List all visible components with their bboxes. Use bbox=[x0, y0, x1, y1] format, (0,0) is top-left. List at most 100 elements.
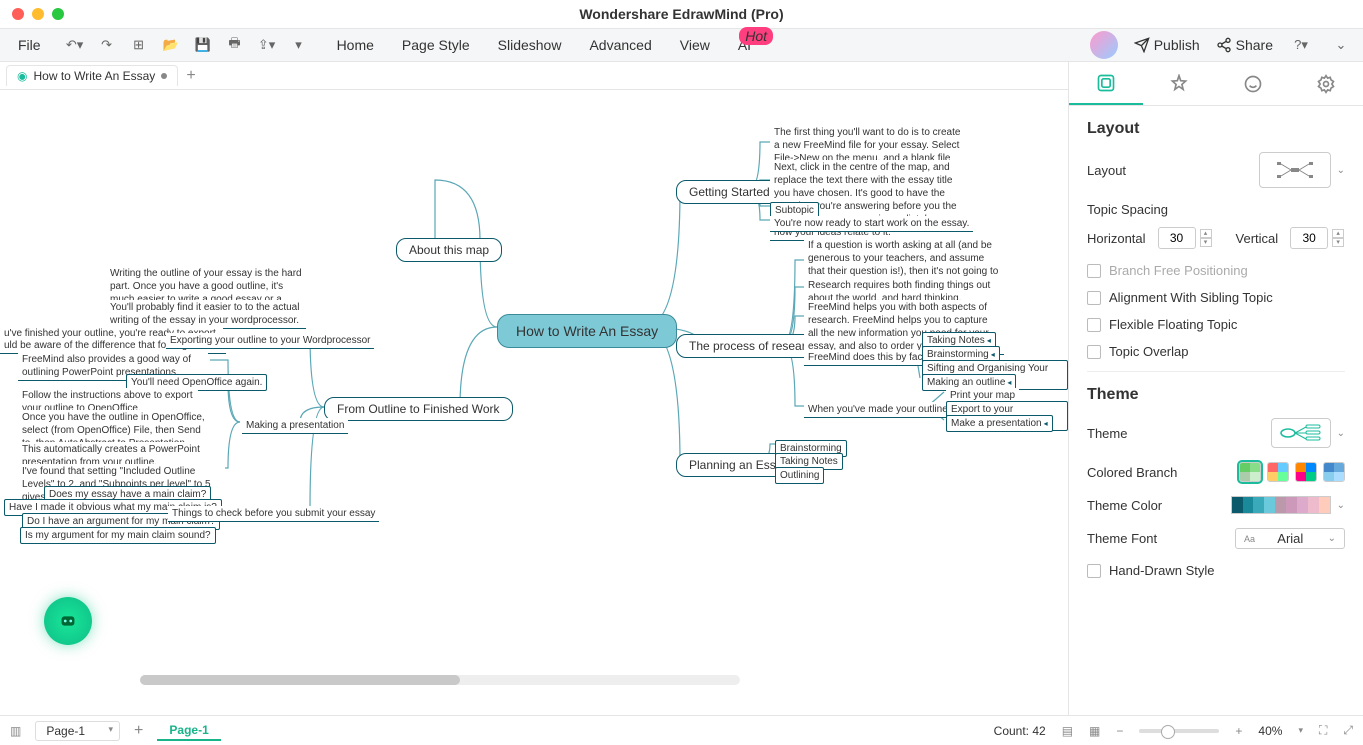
h-down[interactable]: ▾ bbox=[1200, 238, 1212, 247]
menu-view[interactable]: View bbox=[680, 37, 710, 53]
flex-float-label: Flexible Floating Topic bbox=[1109, 317, 1237, 332]
open-icon[interactable]: 📂 bbox=[159, 33, 183, 57]
leaf[interactable]: Outlining bbox=[775, 467, 824, 484]
hand-drawn-checkbox[interactable] bbox=[1087, 564, 1101, 578]
branch-free-label: Branch Free Positioning bbox=[1109, 263, 1248, 278]
help-icon[interactable]: ?▾ bbox=[1289, 33, 1313, 57]
overlap-checkbox[interactable] bbox=[1087, 345, 1101, 359]
user-avatar[interactable] bbox=[1090, 31, 1118, 59]
hot-badge: Hot bbox=[739, 27, 773, 45]
chevron-down-icon[interactable]: ⌄ bbox=[1329, 33, 1353, 57]
section-layout-title: Layout bbox=[1087, 120, 1345, 138]
add-page-button[interactable]: + bbox=[134, 722, 143, 740]
document-tab[interactable]: ◉ How to Write An Essay bbox=[6, 65, 178, 86]
leaf[interactable]: Things to check before you submit your e… bbox=[168, 506, 379, 522]
align-sibling-checkbox[interactable] bbox=[1087, 291, 1101, 305]
print-icon[interactable]: 🖶 bbox=[223, 33, 247, 57]
save-icon[interactable]: 💾 bbox=[191, 33, 215, 57]
share-button[interactable]: Share bbox=[1216, 37, 1273, 53]
hand-drawn-label: Hand-Drawn Style bbox=[1109, 563, 1215, 578]
leaf[interactable]: Is my argument for my main claim sound? bbox=[20, 527, 216, 544]
title-bar: Wondershare EdrawMind (Pro) bbox=[0, 0, 1363, 28]
leaf[interactable]: Exporting your outline to your Wordproce… bbox=[166, 333, 374, 349]
view-mode-1-icon[interactable]: ▤ bbox=[1062, 724, 1073, 738]
fullscreen-icon[interactable]: ⤢ bbox=[1343, 723, 1353, 738]
leaf[interactable]: Making a presentation bbox=[242, 418, 348, 434]
vertical-label: Vertical bbox=[1236, 231, 1279, 246]
app-title: Wondershare EdrawMind (Pro) bbox=[0, 6, 1363, 22]
chevron-down-icon[interactable]: ⌄ bbox=[1337, 165, 1345, 176]
canvas-area[interactable]: How to Write An Essay About this map Fro… bbox=[0, 90, 1068, 715]
undo-icon[interactable]: ↶▾ bbox=[63, 33, 87, 57]
menu-page-style[interactable]: Page Style bbox=[402, 37, 470, 53]
zoom-out-button[interactable]: − bbox=[1116, 724, 1123, 738]
menu-slideshow[interactable]: Slideshow bbox=[498, 37, 562, 53]
export-icon[interactable]: ⇪▾ bbox=[255, 33, 279, 57]
v-down[interactable]: ▾ bbox=[1332, 238, 1344, 247]
panel-tab-emoji[interactable] bbox=[1216, 62, 1290, 105]
colored-branch-label: Colored Branch bbox=[1087, 465, 1177, 480]
theme-color-label: Theme Color bbox=[1087, 498, 1162, 513]
topic-spacing-label: Topic Spacing bbox=[1087, 202, 1345, 217]
ai-assistant-fab[interactable] bbox=[44, 597, 92, 645]
leaf[interactable]: You'll probably find it easier to to the… bbox=[106, 300, 306, 329]
branch-free-checkbox bbox=[1087, 264, 1101, 278]
h-up[interactable]: ▴ bbox=[1200, 229, 1212, 238]
layout-label: Layout bbox=[1087, 163, 1126, 178]
page-tab[interactable]: Page-1 bbox=[157, 721, 220, 741]
zoom-label[interactable]: 40% bbox=[1258, 724, 1282, 738]
theme-color-selector[interactable] bbox=[1231, 496, 1331, 514]
layout-selector[interactable] bbox=[1259, 152, 1331, 188]
topic-about[interactable]: About this map bbox=[396, 238, 502, 262]
theme-label: Theme bbox=[1087, 426, 1127, 441]
v-up[interactable]: ▴ bbox=[1332, 229, 1344, 238]
theme-selector[interactable] bbox=[1271, 418, 1331, 448]
count-label: Count: 42 bbox=[994, 724, 1046, 738]
page-selector[interactable]: Page-1 bbox=[35, 721, 120, 741]
outline-view-icon[interactable]: ▥ bbox=[10, 724, 21, 738]
panel-tab-settings[interactable] bbox=[1290, 62, 1363, 105]
menu-advanced[interactable]: Advanced bbox=[589, 37, 651, 53]
format-panel: Layout Layout ⌄ Topic Spacing Horizontal… bbox=[1068, 62, 1363, 715]
menu-home[interactable]: Home bbox=[337, 37, 374, 53]
file-menu[interactable]: File bbox=[10, 33, 49, 57]
view-mode-2-icon[interactable]: ▦ bbox=[1089, 724, 1100, 738]
main-toolbar: File ↶▾ ↷ ⊞ 📂 💾 🖶 ⇪▾ ▾ Home Page Style S… bbox=[0, 28, 1363, 62]
chevron-down-icon[interactable]: ⌄ bbox=[1337, 500, 1345, 511]
zoom-slider[interactable] bbox=[1139, 729, 1219, 733]
align-sibling-label: Alignment With Sibling Topic bbox=[1109, 290, 1273, 305]
swatch-1[interactable] bbox=[1239, 462, 1261, 482]
publish-button[interactable]: Publish bbox=[1134, 37, 1200, 53]
status-bar: ▥ Page-1 + Page-1 Count: 42 ▤ ▦ − + 40%▾… bbox=[0, 715, 1363, 745]
topic-outline[interactable]: From Outline to Finished Work bbox=[324, 397, 513, 421]
swatch-2[interactable] bbox=[1267, 462, 1289, 482]
topic-getting-started[interactable]: Getting Started bbox=[676, 180, 783, 204]
section-theme-title: Theme bbox=[1087, 386, 1345, 404]
unsaved-indicator bbox=[161, 73, 167, 79]
vertical-input[interactable] bbox=[1290, 227, 1328, 249]
colored-branch-swatches bbox=[1239, 462, 1345, 482]
leaf[interactable]: Make a presentation bbox=[946, 415, 1053, 432]
panel-tab-layout[interactable] bbox=[1069, 62, 1143, 105]
horizontal-scrollbar[interactable] bbox=[140, 675, 740, 685]
font-selector[interactable]: AaArial⌄ bbox=[1235, 528, 1345, 549]
theme-font-label: Theme Font bbox=[1087, 531, 1157, 546]
tab-title: How to Write An Essay bbox=[33, 69, 155, 83]
swatch-3[interactable] bbox=[1295, 462, 1317, 482]
panel-tab-style[interactable] bbox=[1143, 62, 1217, 105]
horizontal-input[interactable] bbox=[1158, 227, 1196, 249]
overlap-label: Topic Overlap bbox=[1109, 344, 1188, 359]
flex-float-checkbox[interactable] bbox=[1087, 318, 1101, 332]
more-icon[interactable]: ▾ bbox=[287, 33, 311, 57]
leaf[interactable]: You're now ready to start work on the es… bbox=[770, 216, 973, 232]
fit-screen-icon[interactable]: ⛶ bbox=[1319, 723, 1327, 738]
swatch-4[interactable] bbox=[1323, 462, 1345, 482]
new-tab-button[interactable]: + bbox=[186, 67, 195, 85]
central-topic[interactable]: How to Write An Essay bbox=[497, 314, 677, 348]
chevron-down-icon[interactable]: ⌄ bbox=[1337, 428, 1345, 439]
zoom-in-button[interactable]: + bbox=[1235, 724, 1242, 738]
new-icon[interactable]: ⊞ bbox=[127, 33, 151, 57]
menu-ai[interactable]: AIHot bbox=[738, 37, 751, 53]
horizontal-label: Horizontal bbox=[1087, 231, 1146, 246]
redo-icon[interactable]: ↷ bbox=[95, 33, 119, 57]
